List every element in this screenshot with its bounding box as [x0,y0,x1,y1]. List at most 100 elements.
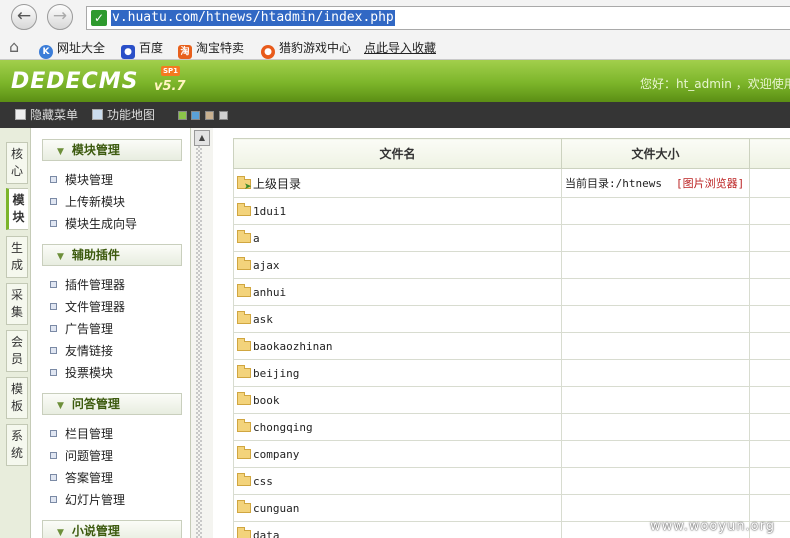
folder-link[interactable]: ajax [253,259,280,272]
tab-member[interactable]: 会员 [6,330,28,372]
folder-size-cell [561,359,750,387]
folder-link[interactable]: baokaozhinan [253,340,332,353]
folder-link[interactable]: chongqing [253,421,313,434]
table-row: a [233,224,790,252]
column-header-filename[interactable]: 文件名 [233,138,562,169]
folder-link[interactable]: a [253,232,260,245]
tab-core[interactable]: 核心 [6,142,28,184]
menu-item-plugin-manager[interactable]: 插件管理器 [50,277,125,293]
bullet-icon [50,325,57,332]
back-arrow-icon: ← [16,6,32,26]
parent-dir-link[interactable]: 上级目录 [253,177,301,191]
table-cell [749,440,790,468]
skin-brown-swatch[interactable] [205,111,214,120]
folder-link[interactable]: data [253,529,280,538]
menu-group-header[interactable]: ▼ 辅助插件 [42,244,182,266]
import-bookmarks-link[interactable]: 点此导入收藏 [364,40,436,56]
skin-blue-swatch[interactable] [191,111,200,120]
table-row: ➤ 上级目录 当前目录:/htnews [图片浏览器] [233,168,790,198]
folder-name-cell[interactable]: book [233,386,562,414]
menu-group-header[interactable]: ▼ 小说管理 [42,520,182,538]
secure-check-icon: ✓ [91,10,107,26]
image-browser-link[interactable]: [图片浏览器] [676,177,744,190]
bullet-icon [50,176,57,183]
tab-system[interactable]: 系统 [6,424,28,466]
folder-name-cell[interactable]: anhui [233,278,562,306]
browser-nav-bar: ← → ✓ v.huatu.com/htnews/htadmin/index.p… [0,0,790,36]
table-cell [749,197,790,225]
folder-size-cell [561,413,750,441]
menu-item-module-wizard[interactable]: 模块生成向导 [50,216,137,232]
folder-link[interactable]: anhui [253,286,286,299]
folder-name-cell[interactable]: beijing [233,359,562,387]
folder-name-cell[interactable]: ask [233,305,562,333]
menu-item-vote[interactable]: 投票模块 [50,365,113,381]
bullet-icon [50,220,57,227]
bookmark-taobao[interactable]: 淘淘宝特卖 [178,40,244,59]
parent-dir-cell[interactable]: ➤ 上级目录 [233,168,562,198]
menu-item-links[interactable]: 友情链接 [50,343,113,359]
folder-name-cell[interactable]: a [233,224,562,252]
menu-item-columns[interactable]: 栏目管理 [50,426,113,442]
frame-splitter[interactable]: ▲ [191,128,213,538]
chevron-down-icon: ▼ [57,528,64,538]
sp-badge: SP1 [161,66,181,76]
back-button[interactable]: ← [11,4,37,30]
menu-item-slides[interactable]: 幻灯片管理 [50,492,125,508]
site-map-button[interactable]: 功能地图 [92,107,155,123]
table-cell [749,386,790,414]
url-text[interactable]: v.huatu.com/htnews/htadmin/index.php [111,10,395,26]
bullet-icon [50,303,57,310]
version-label: v5.7 [154,79,186,94]
home-icon[interactable]: ⌂ [9,39,19,55]
scroll-up-button[interactable]: ▲ [194,130,210,146]
menu-item-module-manage[interactable]: 模块管理 [50,172,113,188]
folder-icon [237,256,251,270]
splitter-handle[interactable] [196,146,202,538]
current-dir-cell: 当前目录:/htnews [图片浏览器] [561,168,750,198]
hide-menu-button[interactable]: 隐藏菜单 [15,107,78,123]
dedecms-logo: DEDECMS [11,69,139,94]
folder-link[interactable]: cunguan [253,502,299,515]
menu-item-answers[interactable]: 答案管理 [50,470,113,486]
skin-gray-swatch[interactable] [219,111,228,120]
folder-link[interactable]: company [253,448,299,461]
bookmark-url-nav[interactable]: K 网址大全 [39,40,105,59]
skin-green-swatch[interactable] [178,111,187,120]
folder-link[interactable]: css [253,475,273,488]
folder-name-cell[interactable]: chongqing [233,413,562,441]
folder-name-cell[interactable]: data [233,521,562,538]
tab-generate[interactable]: 生成 [6,236,28,278]
bookmark-baidu[interactable]: ● 百度 [121,40,163,59]
forward-button[interactable]: → [47,4,73,30]
menu-item-questions[interactable]: 问题管理 [50,448,113,464]
folder-name-cell[interactable]: 1dui1 [233,197,562,225]
folder-link[interactable]: beijing [253,367,299,380]
table-cell [749,494,790,522]
folder-name-cell[interactable]: cunguan [233,494,562,522]
address-bar[interactable]: ✓ v.huatu.com/htnews/htadmin/index.php [86,6,790,30]
chevron-down-icon: ▼ [57,401,64,411]
table-cell [749,168,790,198]
bullet-icon [50,452,57,459]
menu-group-header[interactable]: ▼ 问答管理 [42,393,182,415]
tab-collect[interactable]: 采集 [6,283,28,325]
folder-link[interactable]: 1dui1 [253,205,286,218]
folder-name-cell[interactable]: baokaozhinan [233,332,562,360]
k-logo-icon: K [39,45,53,59]
tab-template[interactable]: 模板 [6,377,28,419]
menu-item-file-manager[interactable]: 文件管理器 [50,299,125,315]
folder-link[interactable]: book [253,394,280,407]
menu-group-header[interactable]: ▼ 模块管理 [42,139,182,161]
folder-link[interactable]: ask [253,313,273,326]
column-header-filesize[interactable]: 文件大小 [561,138,750,169]
bookmarks-bar: ⌂ K 网址大全 ● 百度 淘淘宝特卖 ● 猎豹游戏中心 点此导入收藏 [0,36,790,60]
menu-item-ads[interactable]: 广告管理 [50,321,113,337]
folder-name-cell[interactable]: ajax [233,251,562,279]
menu-item-upload-module[interactable]: 上传新模块 [50,194,125,210]
folder-name-cell[interactable]: css [233,467,562,495]
tab-module[interactable]: 模块 [6,188,28,230]
folder-name-cell[interactable]: company [233,440,562,468]
bookmark-games[interactable]: ● 猎豹游戏中心 [261,40,351,59]
folder-size-cell [561,224,750,252]
